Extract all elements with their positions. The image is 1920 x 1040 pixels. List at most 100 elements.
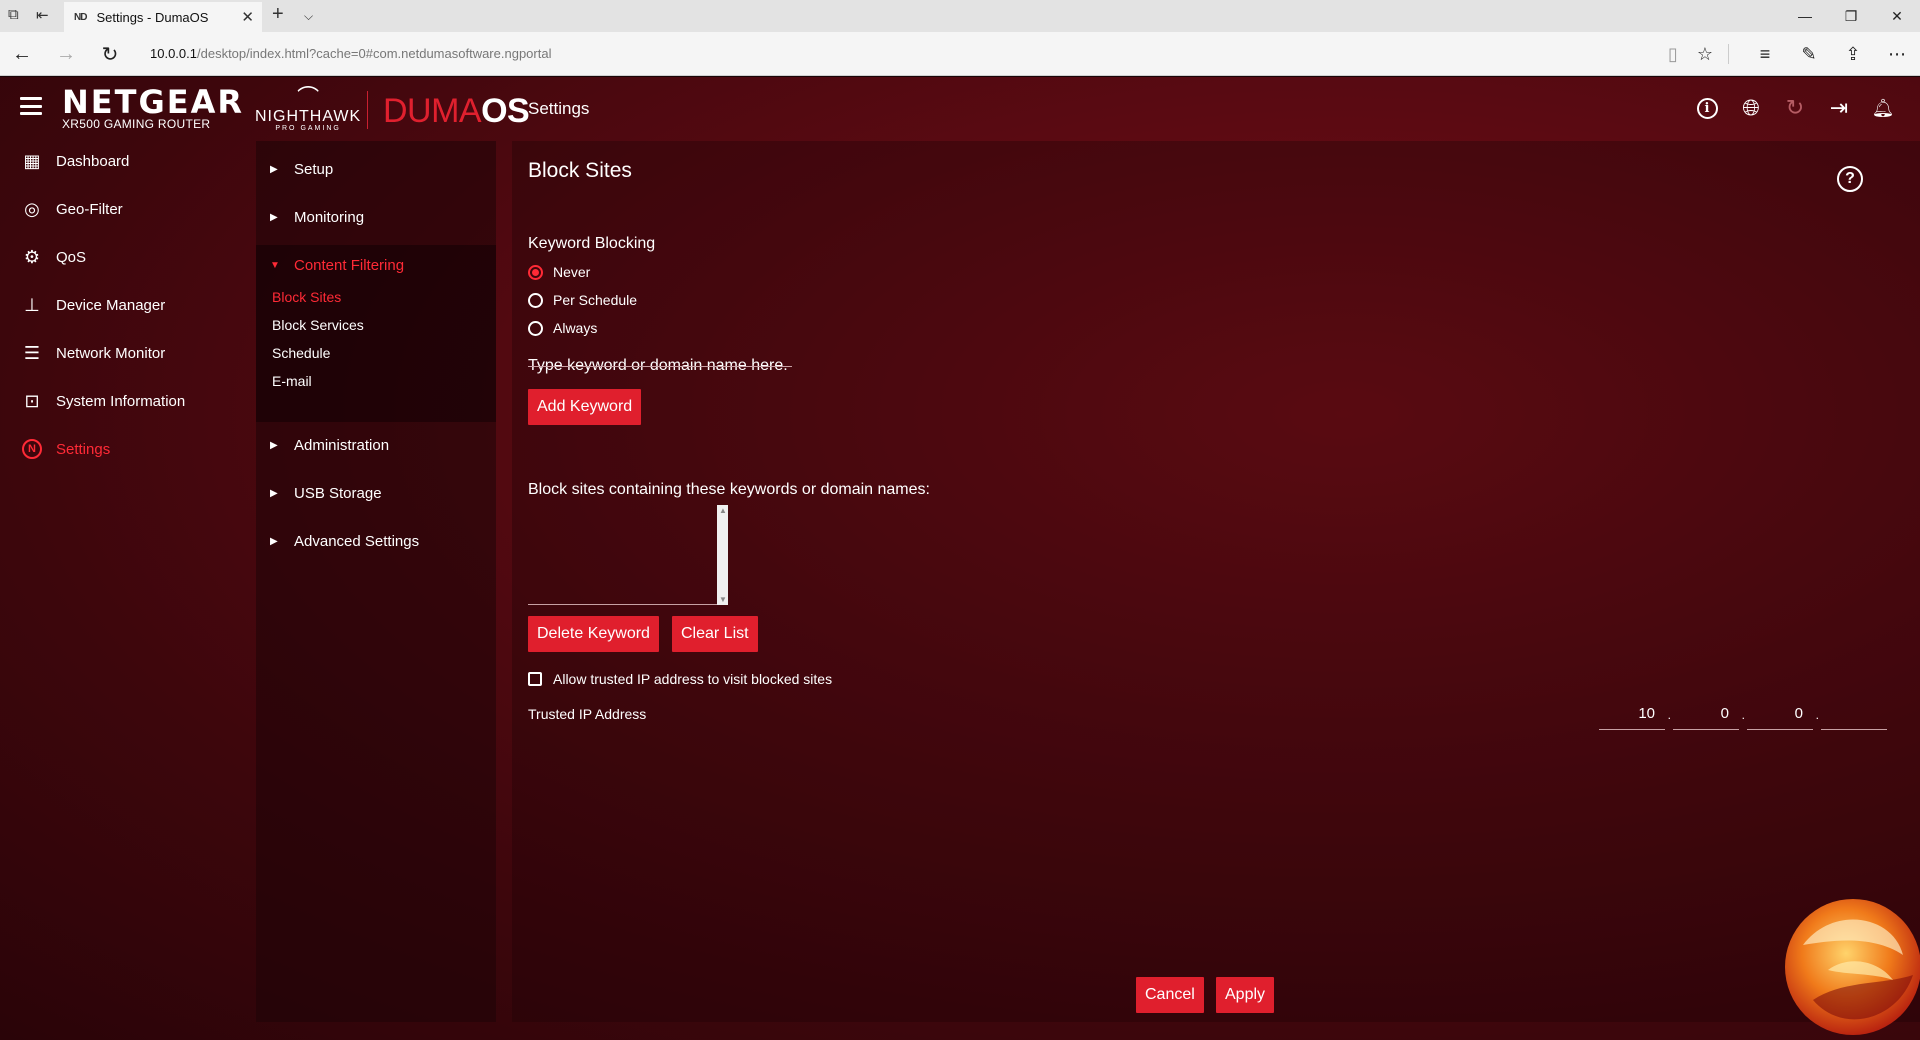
allow-trusted-ip-option[interactable]: Allow trusted IP address to visit blocke…	[528, 671, 832, 687]
list-scrollbar[interactable]: ▲ ▼	[717, 505, 728, 605]
blocked-keywords-list[interactable]: ▲ ▼	[528, 505, 728, 605]
update-refresh-icon[interactable]: ↻	[1782, 95, 1808, 121]
subnav-label: Setup	[294, 160, 334, 178]
ip-octet-value: 0	[1794, 705, 1803, 722]
radio-per-schedule[interactable]: Per Schedule	[528, 292, 637, 308]
apply-button[interactable]: Apply	[1216, 977, 1275, 1013]
browser-tab-bar: ⧉ ⇤ ND Settings - DumaOS ✕ + ⌵ — ❐ ✕	[0, 0, 1920, 32]
sidebar-item-label: Dashboard	[56, 152, 130, 170]
ip-octet-value: 0	[1720, 705, 1729, 722]
subnav-item-administration[interactable]: ▶ Administration	[256, 425, 496, 465]
settings-subnav: ▶ Setup ▶ Monitoring ▼ Content Filtering…	[256, 141, 496, 1022]
tab-title: Settings - DumaOS	[96, 9, 209, 25]
netduma-favicon-icon: ND	[74, 11, 87, 23]
tab-preview-chevron-icon[interactable]: ⌵	[304, 9, 313, 24]
delete-keyword-button[interactable]: Delete Keyword	[528, 616, 659, 652]
ip-octet-4[interactable]	[1821, 700, 1887, 730]
window-close-icon[interactable]: ✕	[1874, 0, 1920, 32]
brand-name: NETGEAR	[62, 83, 244, 121]
allow-trusted-ip-checkbox[interactable]	[528, 672, 542, 686]
refresh-icon[interactable]: ↻	[96, 40, 124, 68]
sidebar-item-qos[interactable]: ⚙ QoS	[0, 237, 240, 277]
radio-button[interactable]	[528, 320, 543, 336]
back-arrow-icon[interactable]: ←	[8, 40, 36, 68]
cancel-button[interactable]: Cancel	[1136, 977, 1204, 1013]
sidebar-item-label: Network Monitor	[56, 344, 166, 362]
qos-icon: ⚙	[23, 246, 41, 267]
main-sidebar: ▦ Dashboard ◎ Geo-Filter ⚙ QoS ⊥ Device …	[0, 141, 240, 1040]
logo-divider	[367, 91, 368, 129]
language-globe-icon[interactable]: 🌐︎	[1738, 95, 1764, 121]
sidebar-item-label: Device Manager	[56, 296, 166, 314]
add-keyword-button[interactable]: Add Keyword	[528, 389, 642, 425]
kitguru-corner-logo	[1785, 899, 1920, 1035]
ip-octet-2[interactable]: 0.	[1673, 700, 1745, 730]
subnav-item-setup[interactable]: ▶ Setup	[256, 149, 496, 189]
radio-never[interactable]: Never	[528, 264, 590, 280]
reading-view-icon[interactable]: ▯	[1658, 41, 1688, 67]
checkbox-label: Allow trusted IP address to visit blocke…	[553, 671, 833, 687]
subnav-item-content-filtering[interactable]: ▼ Content Filtering	[256, 245, 496, 285]
subnav-link-block-services[interactable]: Block Services	[272, 317, 364, 333]
tab-actions-icon[interactable]: ⧉	[8, 6, 19, 23]
set-tabs-aside-icon[interactable]: ⇤	[36, 6, 49, 24]
clear-list-button[interactable]: Clear List	[672, 616, 758, 652]
web-note-icon[interactable]: ✎	[1794, 41, 1824, 67]
notification-bell-icon[interactable]: 🔔︎	[1870, 95, 1896, 121]
network-monitor-icon: ☰	[23, 342, 41, 363]
share-icon[interactable]: ⇪	[1838, 41, 1868, 67]
subnav-link-schedule[interactable]: Schedule	[272, 345, 330, 361]
info-icon[interactable]: i	[1694, 95, 1720, 121]
favorite-star-icon[interactable]: ☆	[1690, 41, 1720, 67]
header-title: Settings	[528, 99, 590, 118]
subnav-label: Monitoring	[294, 208, 365, 226]
ip-octet-3[interactable]: 0.	[1747, 700, 1819, 730]
sidebar-item-geo-filter[interactable]: ◎ Geo-Filter	[0, 189, 240, 229]
radio-label: Always	[553, 320, 598, 336]
subnav-link-block-sites[interactable]: Block Sites	[272, 289, 341, 305]
browser-address-bar: ← → ↻ 10.0.0.1/desktop/index.html?cache=…	[0, 32, 1920, 76]
sidebar-item-dashboard[interactable]: ▦ Dashboard	[0, 141, 240, 181]
sidebar-item-network-monitor[interactable]: ☰ Network Monitor	[0, 333, 240, 373]
keyword-blocking-label: Keyword Blocking	[528, 235, 656, 252]
settings-n-icon: N	[18, 439, 46, 459]
more-icon[interactable]: ⋯	[1882, 41, 1912, 67]
ip-octet-value: 10	[1638, 705, 1655, 722]
subnav-item-monitoring[interactable]: ▶ Monitoring	[256, 197, 496, 237]
logout-icon[interactable]: ⇥	[1826, 95, 1852, 121]
subnav-item-advanced-settings[interactable]: ▶ Advanced Settings	[256, 521, 496, 561]
new-tab-icon[interactable]: +	[272, 3, 284, 26]
radio-label: Per Schedule	[553, 292, 638, 308]
browser-tab[interactable]: ND Settings - DumaOS ✕	[64, 2, 262, 32]
radio-button[interactable]	[528, 292, 543, 308]
sidebar-item-device-manager[interactable]: ⊥ Device Manager	[0, 285, 240, 325]
device-manager-icon: ⊥	[24, 294, 40, 315]
sidebar-item-label: Settings	[56, 440, 111, 458]
nighthawk-logo: ⌒ NIGHTHAWK PRO GAMING	[255, 87, 361, 133]
sidebar-item-settings[interactable]: N Settings	[0, 429, 240, 469]
scroll-up-icon[interactable]: ▲	[719, 506, 727, 515]
radio-button[interactable]	[528, 264, 543, 280]
subnav-item-usb-storage[interactable]: ▶ USB Storage	[256, 473, 496, 513]
netgear-logo: NETGEAR XR500 GAMING ROUTER	[62, 85, 244, 131]
sidebar-item-label: Geo-Filter	[56, 200, 123, 218]
hub-icon[interactable]: ≡	[1750, 41, 1780, 67]
minimize-icon[interactable]: —	[1782, 0, 1828, 32]
ip-octet-1[interactable]: 10.	[1599, 700, 1671, 730]
help-icon[interactable]: ?	[1837, 166, 1863, 192]
keyword-input[interactable]	[528, 339, 792, 367]
url-field[interactable]: 10.0.0.1/desktop/index.html?cache=0#com.…	[150, 32, 551, 76]
tab-close-icon[interactable]: ✕	[241, 8, 254, 26]
forward-arrow-icon[interactable]: →	[52, 40, 80, 68]
expand-arrow-icon: ▶	[270, 211, 278, 223]
menu-hamburger-icon[interactable]	[20, 97, 42, 115]
scroll-down-icon[interactable]: ▼	[719, 595, 727, 604]
trusted-ip-label: Trusted IP Address	[528, 706, 647, 722]
subnav-link-email[interactable]: E-mail	[272, 373, 312, 389]
radio-always[interactable]: Always	[528, 320, 597, 336]
url-path: /desktop/index.html?cache=0#com.netdumas…	[197, 46, 552, 61]
system-information-icon: ⊡	[24, 390, 40, 411]
trusted-ip-input: 10. 0. 0.	[1599, 700, 1887, 730]
restore-icon[interactable]: ❐	[1828, 0, 1874, 32]
sidebar-item-system-information[interactable]: ⊡ System Information	[0, 381, 240, 421]
